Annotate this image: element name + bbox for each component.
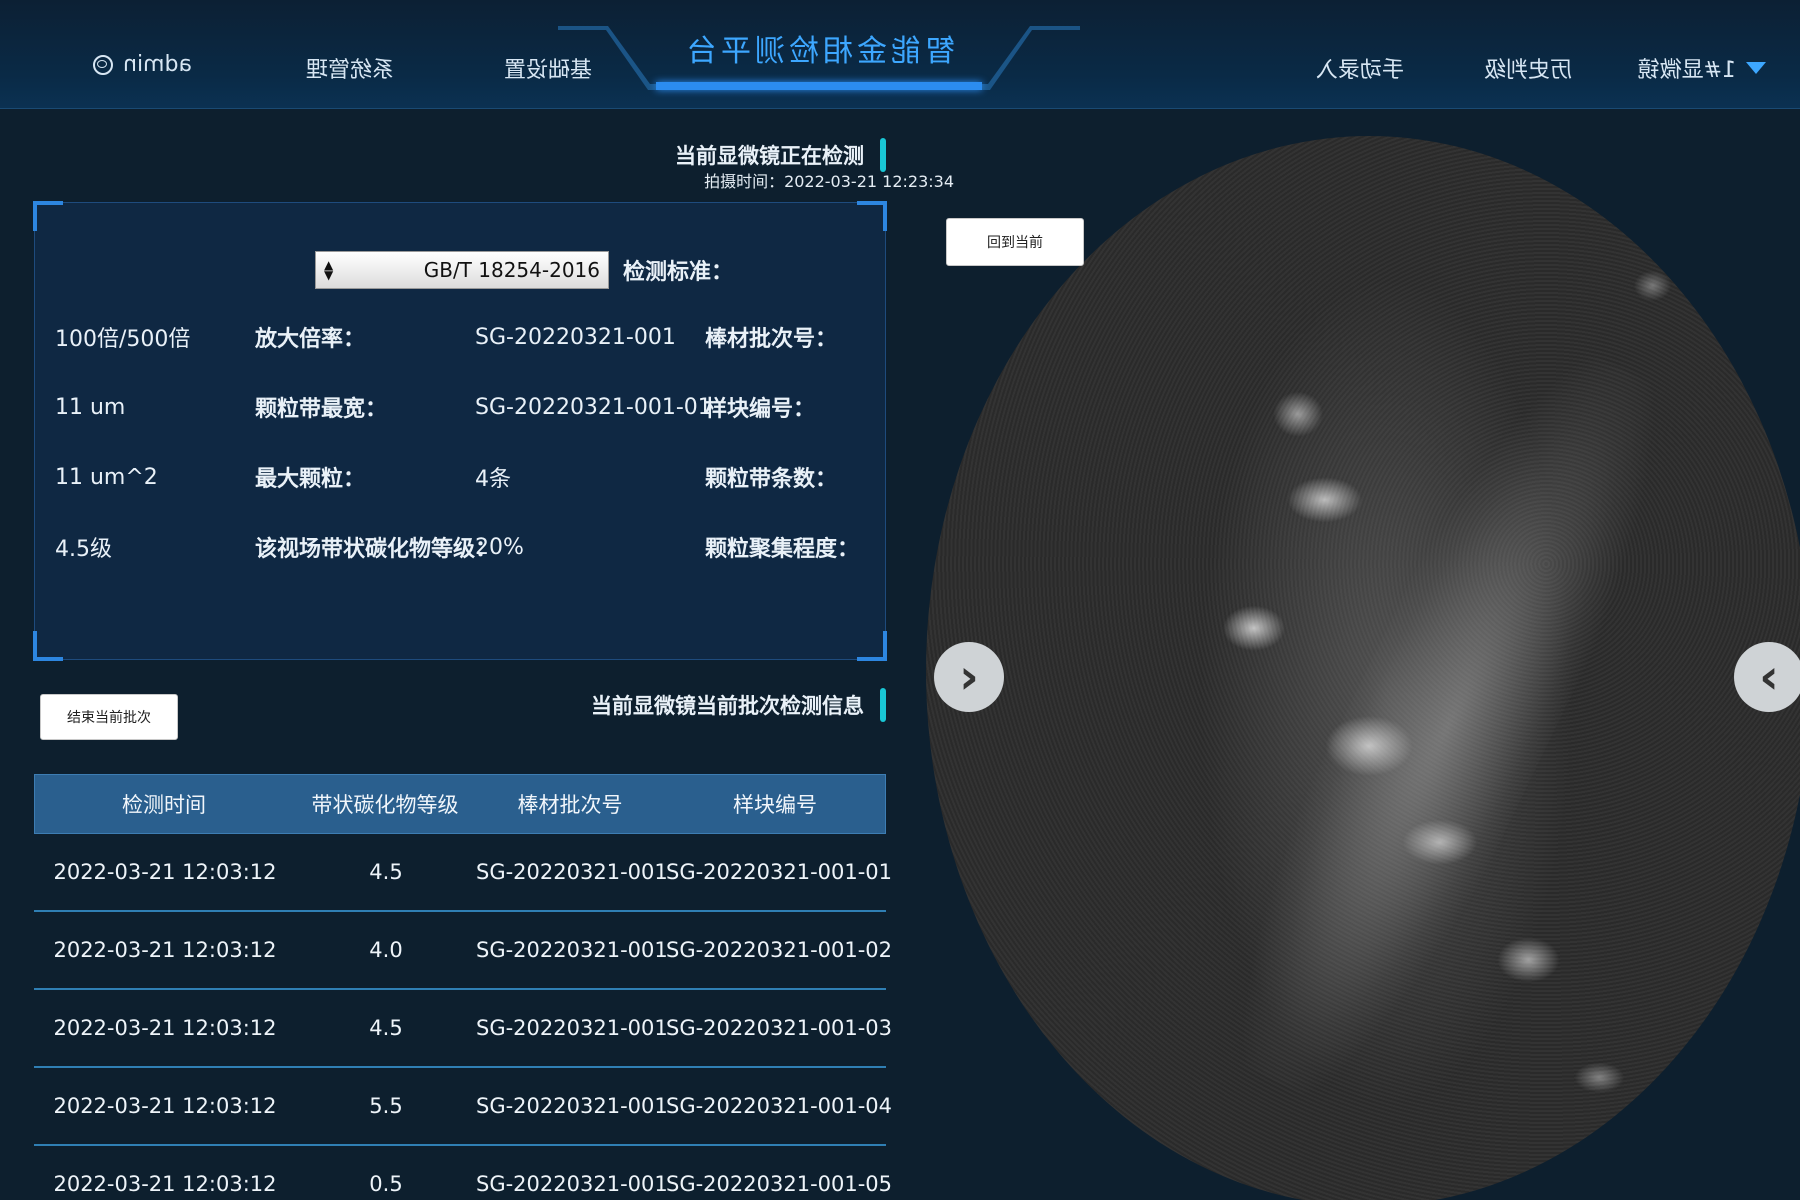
nav-microscope-label: 1#显微镜 <box>1637 58 1736 83</box>
nav-microscope-selector[interactable]: 1#显微镜 <box>1638 52 1766 84</box>
nav-history-grading[interactable]: 历史判级 <box>1484 52 1572 84</box>
nav-manual-label: 手动录入 <box>1315 58 1404 83</box>
select-arrows-icon: ▲ ▼ <box>323 258 334 282</box>
cell-batch-no: SG-20220321-001 <box>476 860 668 884</box>
standard-row: 检测标准： GB/T 18254-2016 ▲ ▼ <box>314 251 733 289</box>
microscope-image <box>926 136 1800 1200</box>
batch-table: 样块编号 棒材批次号 带状碳化物等级 检测时间 SG-20220321-001-… <box>34 774 893 1200</box>
table-header: 样块编号 棒材批次号 带状碳化物等级 检测时间 <box>34 774 886 834</box>
user-icon <box>93 54 114 75</box>
field-value: SG-20220321-001 <box>475 324 676 350</box>
table-row[interactable]: SG-20220321-001-04 SG-20220321-001 5.5 2… <box>34 1068 893 1146</box>
cell-batch-no: SG-20220321-001 <box>476 1016 668 1040</box>
field-label: 棒材批次号： <box>705 327 838 352</box>
chevron-left-icon: ‹ <box>959 649 979 705</box>
cell-grade: 4.5 <box>369 1016 403 1040</box>
cell-batch-no: SG-20220321-001 <box>476 1172 668 1196</box>
detect-heading-text: 当前显微镜正在检测 <box>675 144 864 168</box>
next-image-button[interactable]: › <box>1734 642 1800 712</box>
nav-system-management[interactable]: 系统管理 <box>306 52 394 84</box>
cell-sample-id: SG-20220321-001-05 <box>666 1172 893 1196</box>
field-value: 100倍/500倍 <box>55 327 191 352</box>
detect-section-heading: 当前显微镜正在检测 <box>675 138 886 172</box>
cell-sample-id: SG-20220321-001-03 <box>666 1016 893 1040</box>
field-label: 颗粒带条数： <box>705 467 838 492</box>
cell-time: 2022-03-21 12:03:12 <box>53 860 277 884</box>
title-underline <box>656 82 982 90</box>
cell-grade: 4.5 <box>369 860 403 884</box>
table-row[interactable]: SG-20220321-001-03 SG-20220321-001 4.5 2… <box>34 990 893 1068</box>
field-label: 放大倍率： <box>255 327 366 352</box>
cell-time: 2022-03-21 12:03:12 <box>53 1094 277 1118</box>
panel-corner <box>857 201 887 231</box>
table-row[interactable]: SG-20220321-001-05 SG-20220321-001 0.5 2… <box>34 1146 893 1200</box>
field-label: 样块编号： <box>705 397 816 422</box>
nav-basic-settings[interactable]: 基础设置 <box>504 52 592 84</box>
standard-label: 检测标准： <box>622 260 733 285</box>
table-row[interactable]: SG-20220321-001-01 SG-20220321-001 4.5 2… <box>34 834 893 912</box>
nav-history-label: 历史判级 <box>1483 58 1572 83</box>
title-plate: 智能金相检测平台 <box>558 0 1080 98</box>
field-value: 11 um^2 <box>55 464 158 490</box>
field-value: SG-20220321-001-01 <box>475 394 712 420</box>
cell-grade: 0.5 <box>369 1172 403 1196</box>
cell-sample-id: SG-20220321-001-02 <box>666 938 893 962</box>
detect-info-panel: 检测标准： GB/T 18254-2016 ▲ ▼ 棒材批次号： SG-20220… <box>33 201 887 661</box>
field-value: 20% <box>475 534 524 560</box>
batch-heading-text: 当前显微镜当前批次检测信息 <box>591 694 864 718</box>
end-batch-button[interactable]: 结束当前批次 <box>40 694 178 740</box>
cell-time: 2022-03-21 12:03:12 <box>53 1016 277 1040</box>
end-batch-label: 结束当前批次 <box>67 710 151 726</box>
field-value: 11 um <box>55 394 126 420</box>
cell-grade: 5.5 <box>369 1094 403 1118</box>
cell-batch-no: SG-20220321-001 <box>476 1094 668 1118</box>
username: admin <box>123 52 192 77</box>
cell-sample-id: SG-20220321-001-04 <box>666 1094 893 1118</box>
nav-system-label: 系统管理 <box>305 58 394 83</box>
top-header: 1#显微镜 历史判级 手动录入 智能金相检测平台 基础设置 系统管理 admin <box>0 0 1800 109</box>
chevron-right-icon: › <box>1759 649 1779 705</box>
screen: 1#显微镜 历史判级 手动录入 智能金相检测平台 基础设置 系统管理 admin <box>0 0 1800 1200</box>
field-label: 颗粒带最宽： <box>255 397 388 422</box>
standard-select-value: GB/T 18254-2016 <box>423 258 600 282</box>
cell-sample-id: SG-20220321-001-01 <box>666 860 893 884</box>
carbide-band <box>1187 325 1710 1124</box>
field-value: 4.5级 <box>55 537 112 562</box>
batch-section-heading: 当前显微镜当前批次检测信息 <box>591 688 886 722</box>
prev-image-button[interactable]: ‹ <box>934 642 1004 712</box>
field-value: 4条 <box>475 467 511 492</box>
cell-time: 2022-03-21 12:03:12 <box>53 1172 277 1196</box>
nav-basic-settings-label: 基础设置 <box>503 58 592 83</box>
section-marker <box>880 138 886 172</box>
detect-fields: 棒材批次号： SG-20220321-001 放大倍率： 100倍/500倍 样… <box>45 321 860 563</box>
standard-select[interactable]: GB/T 18254-2016 ▲ ▼ <box>314 251 609 289</box>
panel-corner <box>33 631 63 661</box>
column-header: 棒材批次号 <box>517 793 623 817</box>
field-label: 该视场带状碳化物等级： <box>255 537 498 562</box>
cell-grade: 4.0 <box>369 938 403 962</box>
app-title: 智能金相检测平台 <box>683 34 955 69</box>
section-marker <box>880 688 886 722</box>
column-header: 带状碳化物等级 <box>311 793 459 817</box>
field-label: 最大颗粒： <box>255 467 366 492</box>
nav-manual-entry[interactable]: 手动录入 <box>1316 52 1404 84</box>
panel-corner <box>33 201 63 231</box>
table-row[interactable]: SG-20220321-001-02 SG-20220321-001 4.0 2… <box>34 912 893 990</box>
back-to-current-button[interactable]: 回到当前 <box>946 218 1084 266</box>
column-header: 检测时间 <box>122 793 206 817</box>
panel-corner <box>857 631 887 661</box>
cell-batch-no: SG-20220321-001 <box>476 938 668 962</box>
cell-time: 2022-03-21 12:03:12 <box>53 938 277 962</box>
back-to-current-label: 回到当前 <box>987 235 1043 251</box>
column-header: 样块编号 <box>733 793 817 817</box>
chevron-down-icon <box>1746 62 1766 74</box>
field-label: 颗粒聚集程度： <box>705 537 860 562</box>
user-menu[interactable]: admin <box>93 52 192 77</box>
